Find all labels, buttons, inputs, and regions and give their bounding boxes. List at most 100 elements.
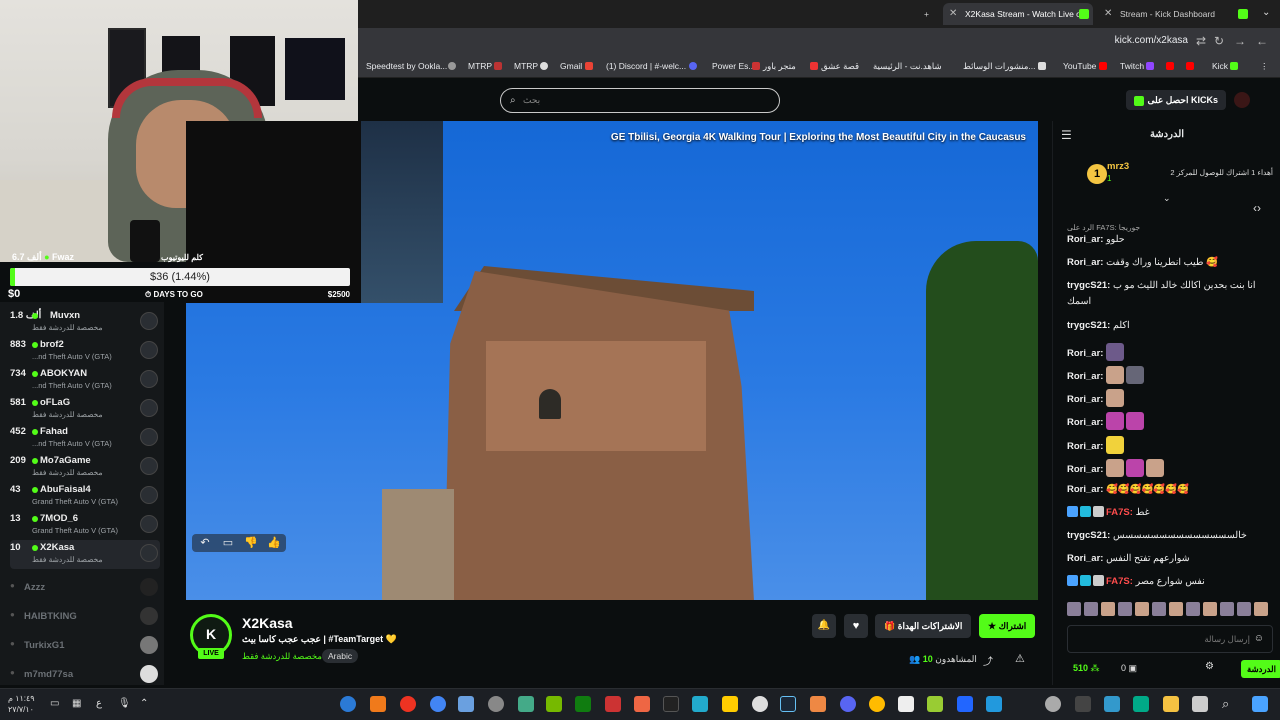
bookmark-item[interactable]: Kick bbox=[1212, 61, 1241, 71]
video-player[interactable]: GE Tbilisi, Georgia 4K Walking Tour | Ex… bbox=[186, 121, 1038, 600]
app-icon[interactable] bbox=[692, 696, 708, 712]
browser-tab-dashboard[interactable]: ✕ Stream - Kick Dashboard bbox=[1098, 3, 1248, 25]
bookmark-item[interactable]: Twitch bbox=[1120, 61, 1157, 71]
app-icon[interactable] bbox=[1133, 696, 1149, 712]
bookmark-item[interactable]: (1) Discord | #-welc... bbox=[606, 61, 700, 71]
app-icon[interactable] bbox=[752, 696, 768, 712]
gift-subs-button[interactable]: 🎁 الاشتراكات الهداة bbox=[875, 614, 972, 638]
site-settings-icon[interactable]: ⇄ bbox=[1196, 34, 1206, 48]
app-icon[interactable] bbox=[1075, 696, 1091, 712]
chevron-up-icon[interactable]: ⌃ bbox=[140, 698, 148, 709]
kicks-balance[interactable]: 0 ▣ bbox=[1121, 663, 1137, 674]
app-icon[interactable] bbox=[986, 696, 1002, 712]
emote[interactable] bbox=[1084, 602, 1098, 616]
opera-icon[interactable] bbox=[400, 696, 416, 712]
bookmark-item[interactable]: منشورات الوسائط... bbox=[963, 61, 1049, 72]
chat-input[interactable]: إرسال رسالة ☺ bbox=[1067, 625, 1273, 653]
back-icon[interactable]: ← bbox=[1256, 34, 1268, 48]
reload-icon[interactable]: ↻ bbox=[1214, 34, 1224, 48]
bookmark-item[interactable]: Gmail bbox=[560, 61, 596, 71]
subscribe-button[interactable]: ★ اشتراك bbox=[979, 614, 1036, 638]
sidebar-item-m7md77sa[interactable]: ● m7md77sa bbox=[10, 665, 160, 685]
app-icon[interactable] bbox=[605, 696, 621, 712]
sidebar-item-turkixg1[interactable]: ● TurkixG1 bbox=[10, 636, 160, 656]
search-icon[interactable]: ⌕ bbox=[1222, 696, 1238, 712]
share-icon[interactable]: ↶ bbox=[194, 534, 216, 552]
get-kicks-button[interactable]: احصل على KICKs bbox=[1126, 90, 1226, 110]
points-balance[interactable]: 510 ⁂ bbox=[1073, 663, 1100, 674]
bookmark-item[interactable] bbox=[1166, 61, 1177, 71]
sidebar-item-7mod6[interactable]: 13 7MOD_6 Grand Theft Auto V (GTA) bbox=[10, 511, 160, 540]
sidebar-item-haibtking[interactable]: ● HAIBTKING bbox=[10, 607, 160, 627]
microphone-icon[interactable]: 🎙 bbox=[118, 698, 131, 709]
tab-search-icon[interactable]: ⌄ bbox=[1262, 7, 1270, 18]
stream-category[interactable]: مخصصة للدردشة فقط bbox=[242, 651, 322, 662]
emote[interactable] bbox=[1118, 602, 1132, 616]
network-icon[interactable]: ▦ bbox=[72, 698, 81, 709]
gear-icon[interactable] bbox=[1045, 696, 1061, 712]
app-icon[interactable] bbox=[488, 696, 504, 712]
emote[interactable] bbox=[1152, 602, 1166, 616]
emote[interactable] bbox=[1067, 602, 1081, 616]
sidebar-item-oflag[interactable]: 581 oFLaG مخصصة للدردشة فقط bbox=[10, 395, 160, 424]
folder-icon[interactable] bbox=[1163, 696, 1179, 712]
bookmark-item[interactable]: Speedtest by Ookla... bbox=[366, 61, 447, 71]
app-icon[interactable] bbox=[518, 696, 534, 712]
emoji-icon[interactable]: ☺ bbox=[1254, 626, 1264, 652]
sidebar-item-brof2[interactable]: 883 brof2 ...nd Theft Auto V (GTA) bbox=[10, 337, 160, 366]
app-icon[interactable] bbox=[869, 696, 885, 712]
sidebar-item-azzz[interactable]: ● Azzz bbox=[10, 578, 160, 598]
warning-icon[interactable]: ⚠ bbox=[1015, 652, 1025, 665]
app-icon[interactable] bbox=[898, 696, 914, 712]
app-icon[interactable] bbox=[1104, 696, 1120, 712]
discord-icon[interactable] bbox=[840, 696, 856, 712]
start-menu-icon[interactable] bbox=[1252, 696, 1268, 712]
emote[interactable] bbox=[1186, 602, 1200, 616]
app-icon[interactable] bbox=[458, 696, 474, 712]
share-icon[interactable]: ⤴ bbox=[983, 653, 993, 668]
epic-icon[interactable] bbox=[663, 696, 679, 712]
avatar[interactable] bbox=[1234, 92, 1250, 108]
bookmark-item[interactable]: YouTube bbox=[1063, 61, 1110, 71]
sidebar-item-abokyan[interactable]: 734 ABOKYAN ...nd Theft Auto V (GTA) bbox=[10, 366, 160, 395]
system-clock[interactable]: ١١:٤٩ م ٢٧/٧/١٠ bbox=[8, 693, 35, 715]
more-bookmarks-icon[interactable]: ⋮ bbox=[1260, 61, 1269, 72]
code-icon[interactable]: ‹› bbox=[1253, 201, 1261, 215]
app-icon[interactable] bbox=[810, 696, 826, 712]
app-icon[interactable] bbox=[634, 696, 650, 712]
gear-icon[interactable]: ⚙ bbox=[1205, 661, 1214, 672]
bookmark-item[interactable]: شاهد.نت - الرئيسية bbox=[873, 61, 942, 72]
emote[interactable] bbox=[1254, 602, 1268, 616]
chevron-down-icon[interactable]: ⌄ bbox=[1163, 193, 1171, 204]
steam-icon[interactable] bbox=[780, 696, 796, 712]
emote[interactable] bbox=[1135, 602, 1149, 616]
notification-icon[interactable]: ▭ bbox=[50, 698, 59, 709]
new-tab-button[interactable]: + bbox=[918, 3, 940, 25]
rockstar-icon[interactable] bbox=[722, 696, 738, 712]
pinned-user[interactable]: mrz3 bbox=[1107, 161, 1129, 172]
app-icon[interactable] bbox=[957, 696, 973, 712]
bookmark-item[interactable] bbox=[1186, 61, 1197, 71]
thumbs-down-icon[interactable]: 👎 bbox=[240, 534, 262, 552]
language-icon[interactable]: ع bbox=[96, 698, 102, 709]
url-field[interactable]: kick.com/x2kasa bbox=[1115, 35, 1188, 46]
search-input[interactable]: ⌕ بحث bbox=[500, 88, 780, 113]
sidebar-item-muvxn[interactable]: 1.8 ألفMuvxn مخصصة للدردشة فقط bbox=[10, 308, 160, 337]
close-icon[interactable]: ✕ bbox=[949, 3, 957, 25]
close-icon[interactable]: ✕ bbox=[1104, 3, 1112, 25]
app-icon[interactable] bbox=[370, 696, 386, 712]
emote[interactable] bbox=[1101, 602, 1115, 616]
bookmark-item[interactable]: MTRP bbox=[514, 61, 551, 71]
app-icon[interactable] bbox=[927, 696, 943, 712]
app-icon[interactable] bbox=[340, 696, 356, 712]
channel-name[interactable]: X2Kasa bbox=[242, 615, 293, 631]
xbox-icon[interactable] bbox=[575, 696, 591, 712]
task-view-icon[interactable] bbox=[1192, 696, 1208, 712]
emote[interactable] bbox=[1237, 602, 1251, 616]
bookmark-item[interactable] bbox=[448, 61, 459, 71]
stream-tag[interactable]: Arabic bbox=[322, 649, 359, 663]
thumbs-up-icon[interactable]: 👍 bbox=[263, 534, 285, 552]
chrome-icon[interactable] bbox=[430, 696, 446, 712]
follow-button[interactable]: ♥ bbox=[844, 614, 868, 638]
forward-icon[interactable]: → bbox=[1234, 34, 1246, 48]
